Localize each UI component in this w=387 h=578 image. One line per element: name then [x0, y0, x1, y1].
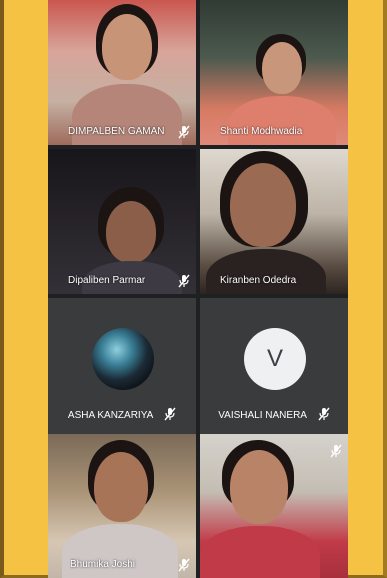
participant-name: Kiranben Odedra: [220, 275, 297, 286]
mic-off-icon: [164, 407, 176, 421]
participant-name: Dipaliben Parmar: [68, 275, 146, 286]
video-call-grid: DIMPALBEN GAMAN Shanti Modhwadia Dipalib…: [48, 0, 348, 578]
participant-tile[interactable]: [200, 434, 348, 578]
participant-name-label: Bhumika Joshi: [48, 552, 196, 578]
participant-tile[interactable]: Bhumika Joshi: [48, 434, 196, 578]
participant-tile[interactable]: V VAISHALI NANERA: [200, 298, 348, 443]
participant-name: Shanti Modhwadia: [220, 126, 303, 137]
participant-name-label: Shanti Modhwadia: [200, 119, 348, 145]
participant-face: [230, 450, 288, 524]
participant-name: Bhumika Joshi: [70, 559, 136, 570]
participant-face: [262, 42, 302, 94]
participant-name: VAISHALI NANERA: [218, 410, 307, 421]
participant-tile[interactable]: Kiranben Odedra: [200, 149, 348, 294]
participant-face: [102, 14, 152, 80]
participant-name-label: DIMPALBEN GAMAN: [48, 119, 196, 145]
participant-name: DIMPALBEN GAMAN: [68, 126, 165, 137]
mic-off-icon: [178, 274, 190, 288]
mic-off-icon: [178, 125, 190, 139]
participant-tile[interactable]: ASHA KANZARIYA: [48, 298, 196, 443]
participant-face: [94, 452, 148, 522]
participant-face: [106, 201, 156, 263]
participant-name-label: [200, 552, 348, 578]
participant-avatar: V: [244, 328, 306, 390]
participant-tile[interactable]: DIMPALBEN GAMAN: [48, 0, 196, 145]
participant-name: ASHA KANZARIYA: [67, 410, 154, 421]
mic-off-icon: [178, 558, 190, 572]
participant-name-label: ASHA KANZARIYA: [48, 406, 196, 426]
mic-off-icon: [318, 407, 330, 421]
participant-face: [230, 163, 296, 247]
participant-avatar: [92, 328, 154, 390]
participant-name-label: Dipaliben Parmar: [48, 268, 196, 294]
participant-tile[interactable]: Shanti Modhwadia: [200, 0, 348, 145]
mic-off-icon: [330, 444, 342, 458]
participant-name-label: VAISHALI NANERA: [200, 406, 348, 426]
participant-name-label: Kiranben Odedra: [200, 268, 348, 294]
participant-tile[interactable]: Dipaliben Parmar: [48, 149, 196, 294]
